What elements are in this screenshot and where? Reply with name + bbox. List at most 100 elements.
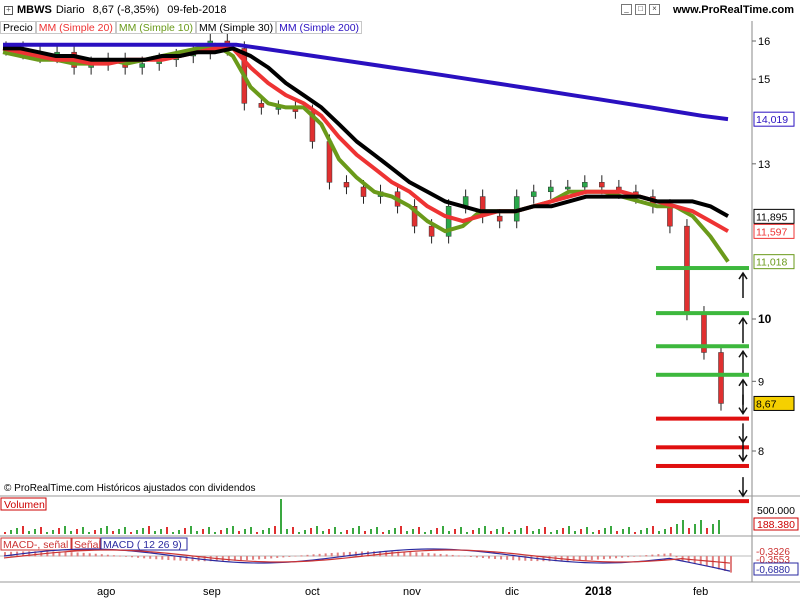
volume-value: 188.380 <box>757 519 795 531</box>
macd-histogram-bar <box>167 556 170 561</box>
volume-bar <box>460 527 462 534</box>
macd-histogram-bar <box>415 552 418 557</box>
volume-bar <box>184 528 186 534</box>
volume-bar <box>196 531 198 534</box>
volume-bar <box>322 531 324 534</box>
volume-bar <box>490 531 492 534</box>
volume-bar <box>232 526 234 534</box>
macd-histogram-bar <box>94 553 97 557</box>
volume-bar <box>508 532 510 534</box>
macd-histogram-bar <box>161 556 164 560</box>
volume-bar <box>712 524 714 534</box>
volume-bar <box>346 530 348 534</box>
macd-histogram-bar <box>64 551 67 557</box>
volume-bar <box>694 524 696 534</box>
macd-histogram-bar <box>10 551 13 557</box>
volume-bar <box>634 532 636 534</box>
volume-bar <box>100 528 102 534</box>
x-label-nov: nov <box>403 586 421 598</box>
macd-histogram-bar <box>421 552 424 557</box>
x-label-oct: oct <box>305 586 320 598</box>
volume-bar <box>580 529 582 534</box>
macd-histogram-bar <box>675 556 678 558</box>
price-value-text: 11,895 <box>756 211 787 223</box>
volume-bar <box>484 526 486 534</box>
volume-bar <box>112 531 114 534</box>
macd-histogram-bar <box>137 556 140 558</box>
volume-bar <box>646 528 648 534</box>
volume-bar <box>166 527 168 534</box>
macd-histogram-bar <box>445 554 448 557</box>
macd-histogram-bar <box>185 556 188 561</box>
volume-bar <box>256 532 258 534</box>
volume-bar <box>208 527 210 534</box>
volume-bar <box>700 520 702 534</box>
volume-bar <box>142 528 144 534</box>
macd-histogram-bar <box>469 556 472 558</box>
up-arrow-icon <box>738 349 748 377</box>
volume-bar <box>514 530 516 534</box>
volume-bar <box>718 520 720 534</box>
resistance-level-line <box>656 311 749 316</box>
volume-bar <box>52 530 54 534</box>
up-arrow-icon <box>738 316 748 344</box>
price-value-text: 11,018 <box>756 257 787 269</box>
volume-bar <box>442 526 444 534</box>
volume-bar <box>172 532 174 534</box>
macd-histogram-bar <box>596 556 599 560</box>
price-value-text: 8,67 <box>756 398 777 410</box>
support-level-line <box>656 416 749 421</box>
volume-bar <box>238 531 240 534</box>
volume-bar <box>400 526 402 534</box>
volume-bar <box>22 526 24 534</box>
macd-histogram-bar <box>118 555 121 557</box>
macd-histogram-bar <box>669 553 672 557</box>
volume-bar <box>310 528 312 534</box>
volume-bar <box>616 531 618 534</box>
volume-bar <box>286 529 288 534</box>
volume-bar <box>478 528 480 534</box>
macd-histogram-bar <box>300 555 303 557</box>
resistance-level-line <box>656 266 749 271</box>
volume-bar <box>340 532 342 534</box>
volume-bar <box>124 527 126 534</box>
volume-bar <box>226 528 228 534</box>
volume-bar <box>58 528 60 534</box>
volume-bar <box>280 499 282 534</box>
volume-bar <box>472 530 474 534</box>
volume-bar <box>604 528 606 534</box>
volume-bar <box>706 528 708 534</box>
volume-bar <box>544 527 546 534</box>
candle-body <box>599 182 605 188</box>
macd-histogram-bar <box>70 552 73 557</box>
macd-histogram-bar <box>615 556 618 559</box>
watermark: © ProRealTime.com Históricos ajustados c… <box>4 483 256 494</box>
volume-bar <box>268 528 270 534</box>
macd-histogram-bar <box>633 556 636 557</box>
candle-body <box>582 182 588 188</box>
y-tick-label: 10 <box>758 312 772 326</box>
volume-bar <box>274 526 276 534</box>
volume-bar <box>526 526 528 534</box>
price-chart[interactable]: 1615131098 14,01911,89511,59711,0188,67 … <box>0 0 800 600</box>
volume-bar <box>214 532 216 534</box>
volume-bar <box>502 527 504 534</box>
macd-histogram-bar <box>663 553 666 557</box>
volume-bar <box>250 527 252 534</box>
macd-histogram-bar <box>131 556 134 558</box>
price-value-text: 14,019 <box>756 114 788 126</box>
macd-histogram-bar <box>312 554 315 557</box>
moving-average-line <box>2 46 729 233</box>
volume-bar <box>88 532 90 534</box>
volume-bar <box>118 529 120 534</box>
macd-histogram-bar <box>627 556 630 558</box>
volume-bar <box>328 529 330 534</box>
volume-bar <box>592 532 594 534</box>
macd-histogram-bar <box>143 556 146 559</box>
volume-bar <box>106 526 108 534</box>
candle-body <box>565 186 571 190</box>
volume-bar <box>94 530 96 534</box>
price-value-text: 11,597 <box>756 226 787 238</box>
volume-bar <box>610 526 612 534</box>
volume-bar <box>664 529 666 534</box>
